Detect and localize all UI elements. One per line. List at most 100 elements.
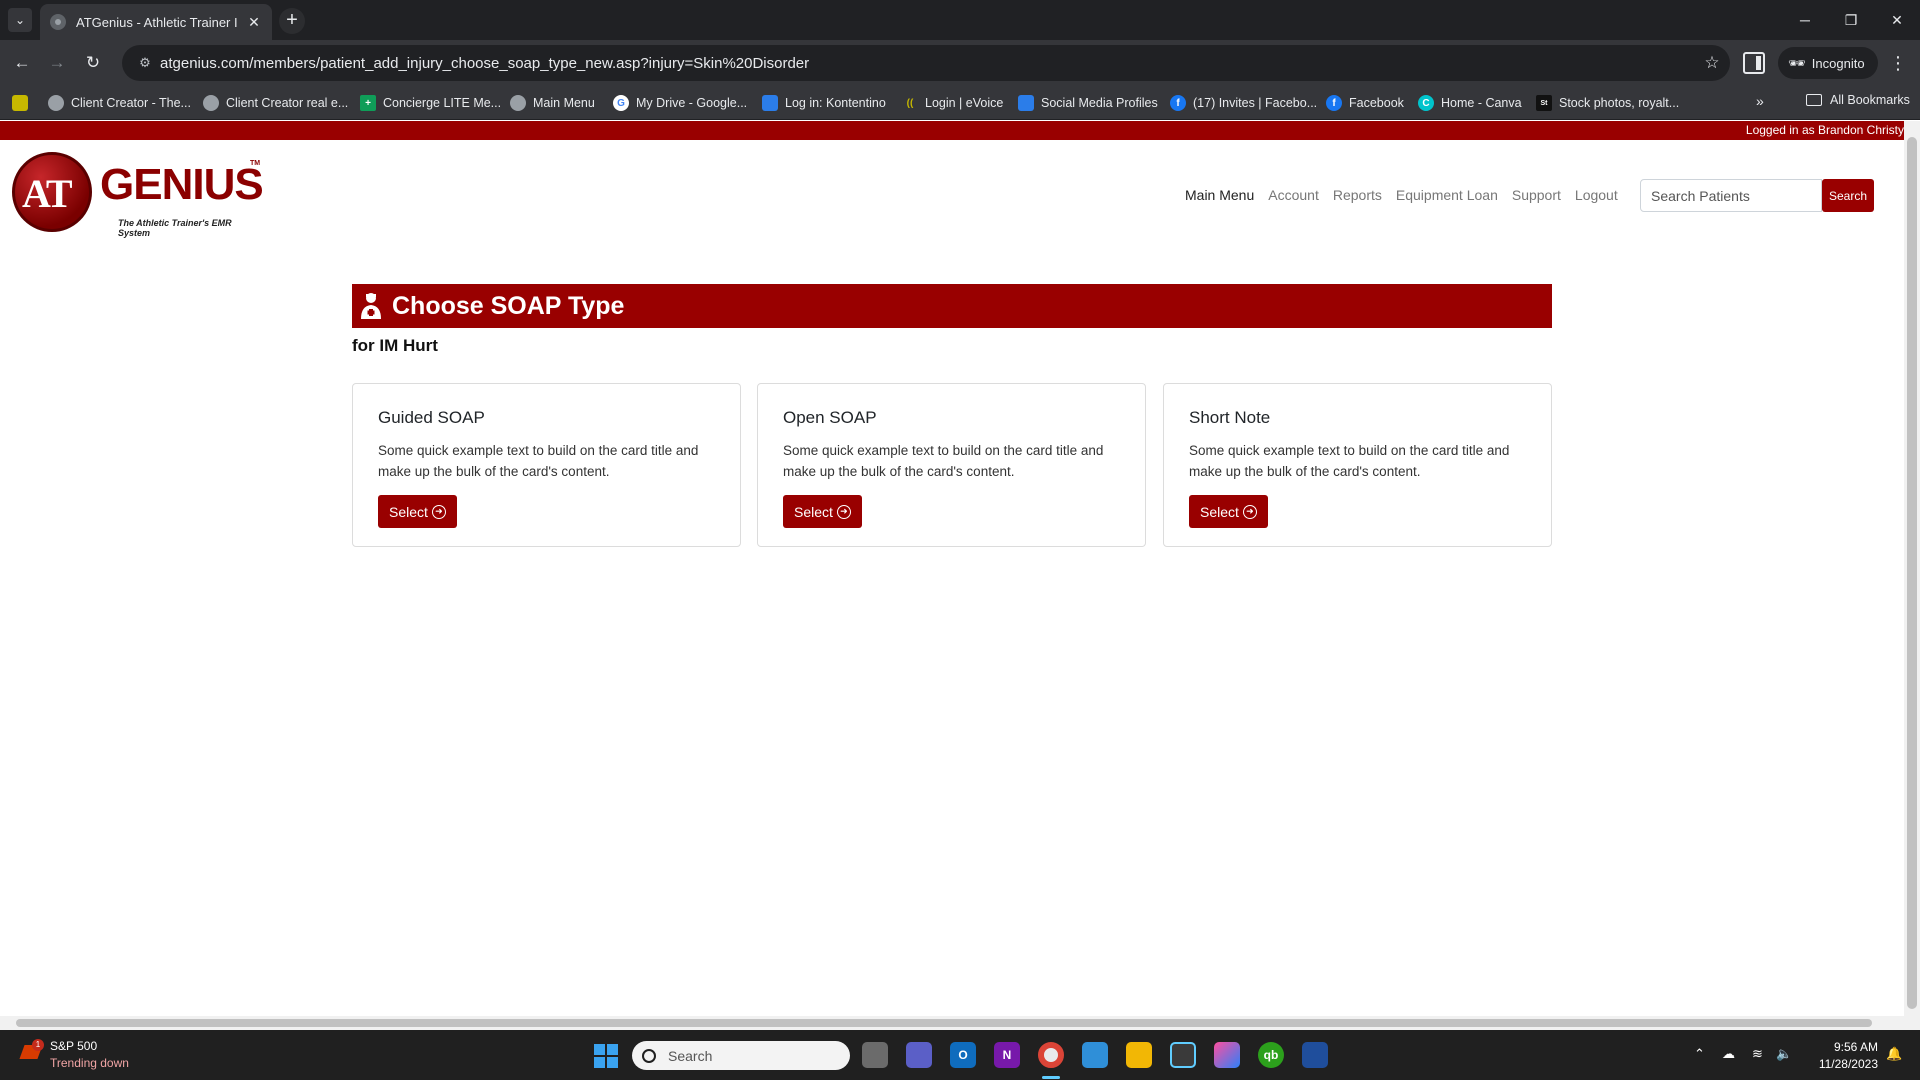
page-viewport: Logged in as Brandon Christy AT GENIUS T… xyxy=(0,121,1904,1016)
windows-start-icon[interactable] xyxy=(594,1044,618,1068)
tab-search-button[interactable]: ⌄ xyxy=(8,8,32,32)
card-text: Some quick example text to build on the … xyxy=(1189,443,1510,479)
widget-title: S&P 500 xyxy=(50,1039,98,1053)
select-guided-soap-button[interactable]: Select ➜ xyxy=(378,495,457,528)
select-short-note-button[interactable]: Select ➜ xyxy=(1189,495,1268,528)
bookmark-item[interactable]: f (17) Invites | Facebo... xyxy=(1170,93,1317,113)
site-info-icon[interactable]: ⚙ xyxy=(130,55,160,71)
card-text: Some quick example text to build on the … xyxy=(378,443,699,479)
bookmark-item[interactable]: Social Media Profiles xyxy=(1018,93,1158,113)
globe-icon xyxy=(510,95,526,111)
system-clock[interactable]: 9:56 AM 11/28/2023 xyxy=(1808,1039,1878,1073)
nav-support[interactable]: Support xyxy=(1512,187,1561,203)
incognito-icon: 🕶 xyxy=(1788,54,1806,71)
globe-icon xyxy=(48,95,64,111)
bookmark-item[interactable]: Log in: Kontentino xyxy=(762,93,886,113)
browser-tab-active[interactable]: ATGenius - Athletic Trainer Inju ✕ xyxy=(40,4,272,40)
nav-equipment-loan[interactable]: Equipment Loan xyxy=(1396,187,1498,203)
clock-time: 9:56 AM xyxy=(1833,1040,1878,1054)
browser-menu-icon[interactable]: ⋮ xyxy=(1884,49,1912,77)
bookmark-item[interactable]: G My Drive - Google... xyxy=(613,93,747,113)
bookmark-star-icon[interactable]: ☆ xyxy=(1694,53,1730,73)
notepad-icon[interactable] xyxy=(1082,1042,1108,1068)
teams-chat-icon[interactable] xyxy=(906,1042,932,1068)
apps-bookmark-icon[interactable] xyxy=(12,93,35,113)
microsoft-store-icon[interactable] xyxy=(1170,1042,1196,1068)
restore-window-icon[interactable]: ❐ xyxy=(1828,8,1874,32)
card-title: Short Note xyxy=(1189,408,1271,427)
minimize-window-icon[interactable]: ─ xyxy=(1782,8,1828,32)
address-bar[interactable]: ⚙ atgenius.com/members/patient_add_injur… xyxy=(122,45,1730,81)
patient-subtitle: for IM Hurt xyxy=(352,336,438,355)
patient-search-button[interactable]: Search xyxy=(1822,179,1874,212)
close-window-icon[interactable]: ✕ xyxy=(1874,8,1920,32)
nav-account[interactable]: Account xyxy=(1268,187,1319,203)
clock-date: 11/28/2023 xyxy=(1818,1057,1878,1071)
file-explorer-icon[interactable] xyxy=(1126,1042,1152,1068)
more-bookmarks-icon[interactable]: » xyxy=(1756,93,1764,109)
incognito-indicator[interactable]: 🕶 Incognito xyxy=(1778,47,1878,79)
horizontal-scrollbar[interactable] xyxy=(0,1016,1920,1030)
bookmark-item[interactable]: Client Creator real e... xyxy=(203,93,348,113)
login-status-bar: Logged in as Brandon Christy xyxy=(0,121,1904,140)
all-bookmarks-button[interactable]: All Bookmarks xyxy=(1806,93,1910,107)
onedrive-cloud-icon[interactable]: ☁ xyxy=(1722,1046,1735,1062)
patient-search-input[interactable] xyxy=(1640,179,1822,212)
design-app-icon[interactable] xyxy=(1214,1042,1240,1068)
show-hidden-icons-icon[interactable]: ⌃ xyxy=(1694,1046,1705,1062)
shutterstock-icon: St xyxy=(1536,95,1552,111)
tab-close-icon[interactable]: ✕ xyxy=(246,14,262,31)
bookmark-item[interactable]: St Stock photos, royalt... xyxy=(1536,93,1679,113)
stock-trend-icon: 1 xyxy=(19,1039,44,1063)
browser-tabstrip: ⌄ ATGenius - Athletic Trainer Inju ✕ + ─… xyxy=(0,0,1920,40)
arrow-circle-right-icon: ➜ xyxy=(431,504,446,519)
incognito-label: Incognito xyxy=(1811,55,1865,71)
outlook-icon[interactable]: O xyxy=(950,1042,976,1068)
notification-bell-icon[interactable]: 🔔 xyxy=(1886,1046,1902,1062)
atgenius-logo[interactable]: AT GENIUS TM The Athletic Trainer's EMR … xyxy=(12,152,264,238)
logo-tagline: The Athletic Trainer's EMR System xyxy=(118,218,232,238)
volume-icon[interactable]: 🔈 xyxy=(1776,1046,1792,1062)
bookmark-item[interactable]: + Concierge LITE Me... xyxy=(360,93,501,113)
onenote-icon[interactable]: N xyxy=(994,1042,1020,1068)
arrow-circle-right-icon: ➜ xyxy=(836,504,851,519)
remote-desktop-icon[interactable] xyxy=(1302,1042,1328,1068)
taskbar-search[interactable]: Search xyxy=(632,1041,850,1070)
horizontal-scroll-thumb[interactable] xyxy=(16,1019,1872,1027)
card-title: Open SOAP xyxy=(783,408,877,427)
page-title: Choose SOAP Type xyxy=(392,291,625,320)
wifi-icon[interactable]: ≋ xyxy=(1752,1046,1763,1062)
chrome-icon[interactable] xyxy=(1038,1042,1064,1068)
nav-logout[interactable]: Logout xyxy=(1575,187,1618,203)
screen: ⌄ ATGenius - Athletic Trainer Inju ✕ + ─… xyxy=(0,0,1920,1080)
select-open-soap-button[interactable]: Select ➜ xyxy=(783,495,862,528)
new-tab-button[interactable]: + xyxy=(279,8,305,34)
vertical-scroll-thumb[interactable] xyxy=(1907,137,1917,1009)
kontentino-icon xyxy=(762,95,778,111)
bookmark-item[interactable]: C Home - Canva xyxy=(1418,93,1522,113)
nav-reports[interactable]: Reports xyxy=(1333,187,1382,203)
trainer-icon xyxy=(361,293,381,319)
active-app-indicator xyxy=(1042,1076,1060,1079)
task-view-icon[interactable] xyxy=(862,1042,888,1068)
bookmark-item[interactable]: f Facebook xyxy=(1326,93,1404,113)
stock-widget[interactable]: 1 S&P 500 Trending down xyxy=(19,1039,129,1070)
nav-main-menu[interactable]: Main Menu xyxy=(1185,187,1254,203)
back-arrow-icon[interactable]: ← xyxy=(8,49,36,77)
google-icon: G xyxy=(613,95,629,111)
bookmark-item[interactable]: ((Login | eVoice xyxy=(902,93,1004,113)
side-panel-icon[interactable] xyxy=(1743,52,1765,74)
globe-icon xyxy=(203,95,219,111)
bookmark-item[interactable]: Client Creator - The... xyxy=(48,93,191,113)
forward-arrow-icon[interactable]: → xyxy=(43,49,71,77)
quickbooks-icon[interactable]: qb xyxy=(1258,1042,1284,1068)
soap-card-open: Open SOAP Some quick example text to bui… xyxy=(757,383,1146,547)
vertical-scrollbar[interactable] xyxy=(1904,121,1920,1016)
bookmark-item[interactable]: Main Menu xyxy=(510,93,595,113)
card-title: Guided SOAP xyxy=(378,408,485,427)
page-heading-bar: Choose SOAP Type xyxy=(352,284,1552,328)
url-text[interactable]: atgenius.com/members/patient_add_injury_… xyxy=(160,55,1694,72)
soap-card-guided: Guided SOAP Some quick example text to b… xyxy=(352,383,741,547)
reload-icon[interactable]: ↻ xyxy=(79,49,107,77)
logo-at-text: AT xyxy=(22,171,73,216)
